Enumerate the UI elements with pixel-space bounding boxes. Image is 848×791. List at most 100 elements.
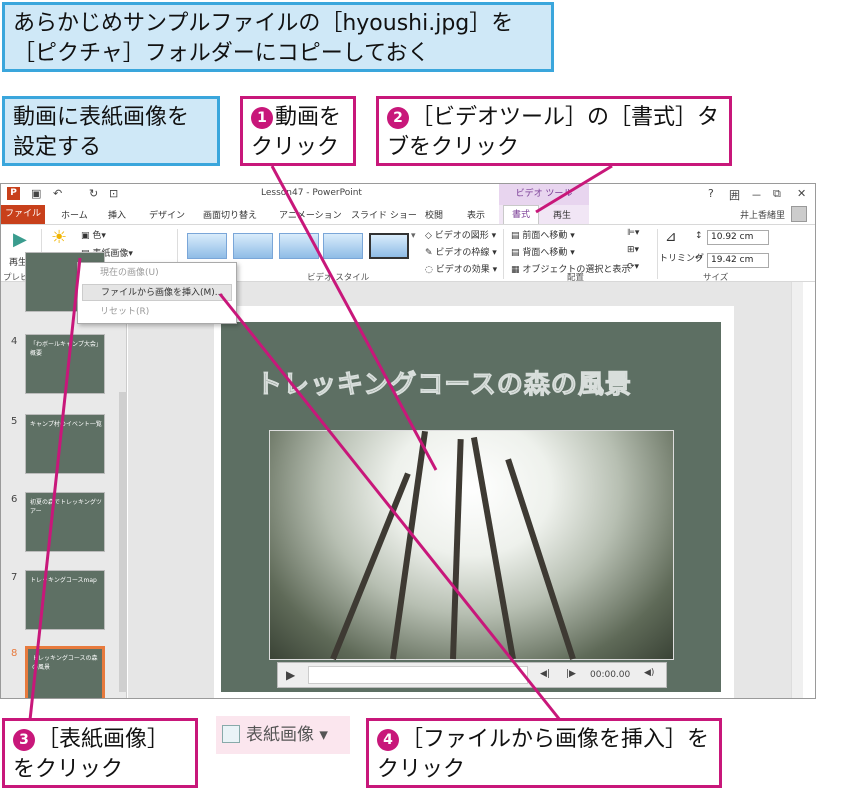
video-style-2[interactable] <box>233 233 273 259</box>
style-gallery-more-icon[interactable]: ▾ <box>411 231 416 241</box>
video-style-5[interactable] <box>369 233 409 259</box>
intro-note: あらかじめサンプルファイルの［hyoushi.jpg］を［ピクチャ］フォルダーに… <box>2 2 554 72</box>
step2-number: 2 <box>387 107 409 129</box>
tab-review[interactable]: 校閲 <box>425 208 443 221</box>
current-slide: トレッキングコースの森の風景 ▶ ◀| |▶ 00:00.00 ◀) <box>221 322 721 692</box>
video-style-1[interactable] <box>187 233 227 259</box>
width-value: 19.42 cm <box>711 255 754 265</box>
tab-file[interactable]: ファイル <box>1 205 45 224</box>
bring-forward-button[interactable]: ▤ 前面へ移動 ▾ <box>511 228 575 241</box>
crop-icon[interactable]: ⊿ <box>665 229 677 245</box>
video-border-label: ビデオの枠線 <box>435 248 490 258</box>
step1-number: 1 <box>251 107 273 129</box>
video-time: 00:00.00 <box>590 670 631 680</box>
menu-item-insert-from-file[interactable]: ファイルから画像を挿入(M)... <box>82 284 232 301</box>
video-effects-label: ビデオの効果 <box>435 265 490 275</box>
corrections-icon[interactable]: ☀ <box>51 227 67 248</box>
thumbnail-scrollbar[interactable] <box>119 392 127 692</box>
step4-number: 4 <box>377 729 399 751</box>
bring-forward-label: 前面へ移動 <box>522 231 568 241</box>
start-slideshow-icon[interactable]: ⊡ <box>109 187 118 200</box>
powerpoint-window: P ▣ ↶ ↻ ⊡ Lesson47 - PowerPoint ビデオ ツール … <box>0 183 816 699</box>
slide-thumbnail[interactable]: トレッキングコースmap <box>25 570 105 630</box>
step2-note: 2 ［ビデオツール］の［書式］タブをクリック <box>376 96 732 166</box>
video-shape-label: ビデオの図形 <box>434 231 489 241</box>
slide-number: 7 <box>11 572 18 583</box>
user-name[interactable]: 井上香緒里 <box>740 208 785 221</box>
cover-image-button-enlarged: 表紙画像 ▾ <box>216 716 350 754</box>
play-icon[interactable]: ▶ <box>13 229 27 250</box>
video-object[interactable] <box>269 430 674 661</box>
tab-home[interactable]: ホーム <box>61 208 88 221</box>
step3-note: 3 ［表紙画像］をクリック <box>2 718 198 788</box>
slide-thumbnail-panel: 4 「わボールキャンプ大会」概要 5 キャンプ村のイベント一覧 6 初夏の森でト… <box>1 252 127 698</box>
close-button[interactable]: ✕ <box>797 187 806 200</box>
avatar[interactable] <box>791 206 807 222</box>
tab-playback[interactable]: 再生 <box>553 208 571 221</box>
group-divider <box>657 229 658 279</box>
cover-image-menu: 現在の画像(U) ファイルから画像を挿入(M)... リセット(R) <box>77 262 237 324</box>
slide-editor: トレッキングコースの森の風景 ▶ ◀| |▶ 00:00.00 ◀) <box>128 282 803 698</box>
slide-thumbnail[interactable]: 「わボールキャンプ大会」概要 <box>25 334 105 394</box>
step2-text: ［ビデオツール］の［書式］タブをクリック <box>387 105 720 160</box>
send-backward-label: 背面へ移動 <box>522 248 568 258</box>
play-pause-icon[interactable]: ▶ <box>286 668 295 682</box>
slide-number: 5 <box>11 416 18 427</box>
video-frame-detail <box>505 458 576 660</box>
help-button[interactable]: ? <box>708 187 714 200</box>
video-border-button[interactable]: ✎ ビデオの枠線 ▾ <box>425 245 497 258</box>
group-icon[interactable]: ⊞▾ <box>627 245 639 255</box>
editor-scrollbar[interactable] <box>791 282 803 698</box>
redo-icon[interactable]: ↻ <box>89 187 98 200</box>
step4-note: 4 ［ファイルから画像を挿入］をクリック <box>366 718 722 788</box>
volume-icon[interactable]: ◀) <box>644 668 654 678</box>
video-control-bar: ▶ ◀| |▶ 00:00.00 ◀) <box>277 662 667 688</box>
save-icon[interactable]: ▣ <box>31 187 41 200</box>
video-seek-bar[interactable] <box>308 666 528 684</box>
powerpoint-icon: P <box>7 187 20 200</box>
restore-button[interactable]: ⧉ <box>773 187 781 201</box>
slide-number: 6 <box>11 494 18 505</box>
step4-text: ［ファイルから画像を挿入］をクリック <box>377 727 710 782</box>
group-divider <box>503 229 504 279</box>
tab-design[interactable]: デザイン <box>149 208 185 221</box>
video-frame-detail <box>450 439 464 660</box>
tab-transitions[interactable]: 画面切り替え <box>203 208 257 221</box>
slide-number: 8 <box>11 648 18 659</box>
video-shape-button[interactable]: ◇ ビデオの図形 ▾ <box>425 228 496 241</box>
height-value: 10.92 cm <box>711 232 754 242</box>
ribbon-display-button[interactable]: 囲 <box>729 187 740 203</box>
tab-view[interactable]: 表示 <box>467 208 485 221</box>
width-field[interactable]: 19.42 cm <box>707 253 769 268</box>
height-field[interactable]: 10.92 cm <box>707 230 769 245</box>
step3-number: 3 <box>13 729 35 751</box>
slide-thumbnail[interactable]: 初夏の森でトレッキングツアー <box>25 492 105 552</box>
slide-title[interactable]: トレッキングコースの森の風景 <box>256 364 632 401</box>
step1-note: 1 動画をクリック <box>240 96 356 166</box>
video-effects-button[interactable]: ◌ ビデオの効果 ▾ <box>425 262 497 275</box>
task-note: 動画に表紙画像を設定する <box>2 96 220 166</box>
menu-item-reset[interactable]: リセット(R) <box>82 304 232 321</box>
width-icon: ↔ <box>695 253 703 263</box>
rotate-icon[interactable]: ⟳▾ <box>627 262 639 272</box>
slide-thumbnail-selected[interactable]: トレッキングコースの森の風景 <box>25 646 105 698</box>
tab-insert[interactable]: 挿入 <box>108 208 126 221</box>
align-icon[interactable]: ⊫▾ <box>627 228 639 238</box>
video-frame-detail <box>390 430 428 660</box>
video-style-3[interactable] <box>279 233 319 259</box>
undo-icon[interactable]: ↶ <box>53 187 62 200</box>
tab-format[interactable]: 書式 <box>503 205 540 224</box>
minimize-button[interactable]: － <box>751 187 762 203</box>
rewind-icon[interactable]: ◀| <box>540 669 550 679</box>
tab-slideshow[interactable]: スライド ショー <box>351 208 417 221</box>
forward-icon[interactable]: |▶ <box>566 669 576 679</box>
tab-animations[interactable]: アニメーション <box>279 208 342 221</box>
title-bar: P ▣ ↶ ↻ ⊡ Lesson47 - PowerPoint ビデオ ツール … <box>1 184 815 205</box>
send-backward-button[interactable]: ▤ 背面へ移動 ▾ <box>511 245 575 258</box>
video-style-4[interactable] <box>323 233 363 259</box>
ribbon-tabs: ファイル ホーム 挿入 デザイン 画面切り替え アニメーション スライド ショー… <box>1 205 815 224</box>
slide-thumbnail-title: トレッキングコースの森の風景 <box>32 655 98 671</box>
slide-thumbnail[interactable]: キャンプ村のイベント一覧 <box>25 414 105 474</box>
menu-item-current-image[interactable]: 現在の画像(U) <box>82 265 232 282</box>
color-button[interactable]: ▣ 色▾ <box>81 228 106 241</box>
